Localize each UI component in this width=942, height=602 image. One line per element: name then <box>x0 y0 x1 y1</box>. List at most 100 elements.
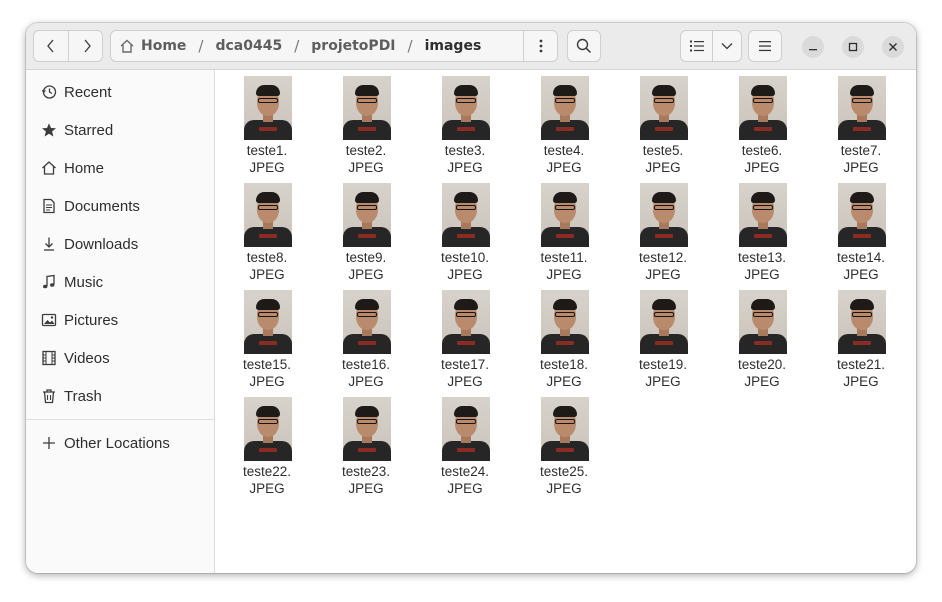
image-thumbnail <box>343 397 391 461</box>
file-item[interactable]: teste12. JPEG <box>621 183 705 287</box>
minimize-button[interactable] <box>802 36 824 58</box>
file-extension-line: JPEG <box>546 267 582 282</box>
file-item[interactable]: teste8. JPEG <box>225 183 309 287</box>
file-name: teste15. JPEG <box>225 356 309 390</box>
sidebar-item-home[interactable]: Home <box>26 149 214 187</box>
file-extension-line: JPEG <box>645 374 681 389</box>
sidebar-item-other-locations[interactable]: Other Locations <box>26 424 214 462</box>
file-name: teste5. JPEG <box>621 142 705 176</box>
file-item[interactable]: teste9. JPEG <box>324 183 408 287</box>
file-extension-line: JPEG <box>546 374 582 389</box>
image-thumbnail <box>838 183 886 247</box>
chevron-left-icon <box>47 39 54 53</box>
image-thumbnail <box>541 397 589 461</box>
star-icon <box>40 121 58 139</box>
image-thumbnail <box>739 76 787 140</box>
file-name: teste19. JPEG <box>621 356 705 390</box>
file-name-line: teste20. <box>737 357 787 372</box>
forward-button[interactable] <box>69 31 102 61</box>
sidebar-item-recent[interactable]: Recent <box>26 73 214 111</box>
file-item[interactable]: teste18. JPEG <box>522 290 606 394</box>
file-item[interactable]: teste24. JPEG <box>423 397 507 501</box>
file-extension-line: JPEG <box>744 160 780 175</box>
file-item[interactable]: teste17. JPEG <box>423 290 507 394</box>
file-item[interactable]: teste5. JPEG <box>621 76 705 180</box>
path-menu-button[interactable] <box>523 31 557 61</box>
file-name: teste7. JPEG <box>819 142 903 176</box>
path-segment-dca0445[interactable]: dca0445 <box>215 38 282 54</box>
file-name: teste20. JPEG <box>720 356 804 390</box>
path-separator: / <box>198 37 204 55</box>
sidebar-item-label: Documents <box>64 197 140 215</box>
file-extension-line: JPEG <box>645 267 681 282</box>
main-menu-button[interactable] <box>748 30 782 62</box>
sidebar-item-videos[interactable]: Videos <box>26 339 214 377</box>
image-thumbnail <box>838 290 886 354</box>
file-name: teste14. JPEG <box>819 249 903 283</box>
view-options-button[interactable] <box>713 31 741 61</box>
path-segment-images[interactable]: images <box>425 38 482 54</box>
file-extension-line: JPEG <box>843 267 879 282</box>
close-icon <box>889 43 897 51</box>
file-name-line: teste7. <box>840 143 882 158</box>
sidebar-item-starred[interactable]: Starred <box>26 111 214 149</box>
sidebar-item-label: Trash <box>64 387 102 405</box>
image-thumbnail <box>442 397 490 461</box>
file-item[interactable]: teste15. JPEG <box>225 290 309 394</box>
file-item[interactable]: teste6. JPEG <box>720 76 804 180</box>
file-item[interactable]: teste11. JPEG <box>522 183 606 287</box>
file-extension-line: JPEG <box>447 481 483 496</box>
download-icon <box>40 235 58 253</box>
file-item[interactable]: teste23. JPEG <box>324 397 408 501</box>
file-item[interactable]: teste14. JPEG <box>819 183 903 287</box>
file-item[interactable]: teste3. JPEG <box>423 76 507 180</box>
image-thumbnail <box>442 183 490 247</box>
file-name: teste10. JPEG <box>423 249 507 283</box>
file-item[interactable]: teste25. JPEG <box>522 397 606 501</box>
file-item[interactable]: teste2. JPEG <box>324 76 408 180</box>
file-item[interactable]: teste4. JPEG <box>522 76 606 180</box>
file-item[interactable]: teste13. JPEG <box>720 183 804 287</box>
file-item[interactable]: teste21. JPEG <box>819 290 903 394</box>
file-name: teste3. JPEG <box>423 142 507 176</box>
file-grid: teste1. JPEG teste2. JPEG teste3. JPEG teste4.… <box>216 70 916 573</box>
sidebar-item-documents[interactable]: Documents <box>26 187 214 225</box>
maximize-icon <box>848 42 858 52</box>
header-bar: Home / dca0445 / projetoPDI / images <box>26 23 916 70</box>
file-name-line: teste19. <box>638 357 688 372</box>
file-item[interactable]: teste20. JPEG <box>720 290 804 394</box>
list-view-icon <box>689 40 704 52</box>
path-separator: / <box>294 37 300 55</box>
file-name-line: teste5. <box>642 143 684 158</box>
search-button[interactable] <box>567 30 601 62</box>
image-thumbnail <box>838 76 886 140</box>
maximize-button[interactable] <box>842 36 864 58</box>
list-view-button[interactable] <box>681 31 713 61</box>
file-name: teste22. JPEG <box>225 463 309 497</box>
file-name-line: teste8. <box>246 250 288 265</box>
file-item[interactable]: teste7. JPEG <box>819 76 903 180</box>
file-extension-line: JPEG <box>249 374 285 389</box>
file-extension-line: JPEG <box>447 267 483 282</box>
file-item[interactable]: teste16. JPEG <box>324 290 408 394</box>
file-extension-line: JPEG <box>348 160 384 175</box>
file-extension-line: JPEG <box>744 374 780 389</box>
chevron-right-icon <box>84 39 91 53</box>
sidebar-item-label: Pictures <box>64 311 119 329</box>
sidebar-item-pictures[interactable]: Pictures <box>26 301 214 339</box>
sidebar-item-trash[interactable]: Trash <box>26 377 214 415</box>
file-item[interactable]: teste19. JPEG <box>621 290 705 394</box>
file-extension-line: JPEG <box>249 481 285 496</box>
file-item[interactable]: teste10. JPEG <box>423 183 507 287</box>
path-segment-home[interactable]: Home <box>141 38 186 54</box>
file-item[interactable]: teste22. JPEG <box>225 397 309 501</box>
sidebar-item-downloads[interactable]: Downloads <box>26 225 214 263</box>
file-name-line: teste21. <box>836 357 886 372</box>
sidebar-item-music[interactable]: Music <box>26 263 214 301</box>
close-button[interactable] <box>882 36 904 58</box>
image-thumbnail <box>244 290 292 354</box>
file-item[interactable]: teste1. JPEG <box>225 76 309 180</box>
path-segment-projetopdi[interactable]: projetoPDI <box>311 38 395 54</box>
back-button[interactable] <box>34 31 69 61</box>
search-icon <box>576 38 592 54</box>
